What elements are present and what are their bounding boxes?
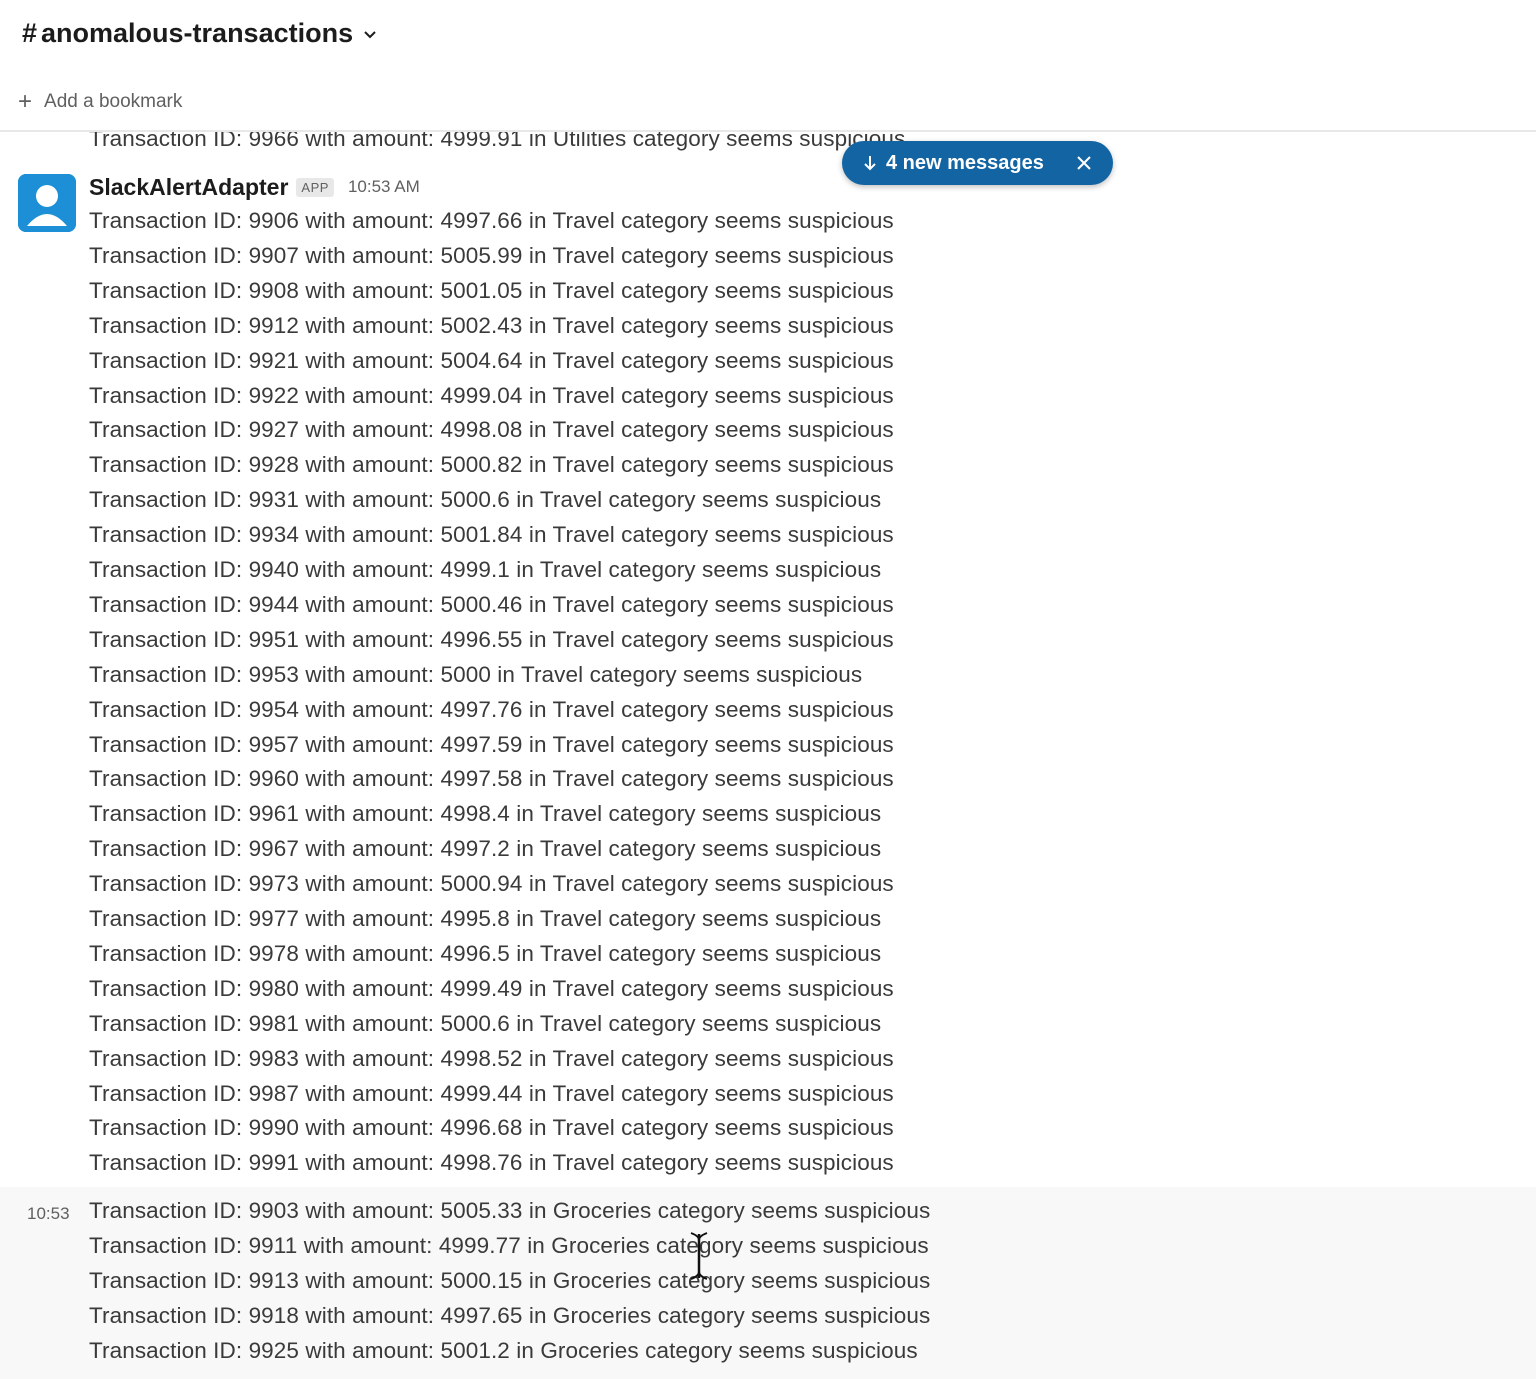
travel-message-line: Transaction ID: 9990 with amount: 4996.6… — [89, 1115, 894, 1141]
travel-message-line: Transaction ID: 9991 with amount: 4998.7… — [89, 1150, 894, 1176]
message-list[interactable]: Transaction ID: 9966 with amount: 4999.9… — [0, 132, 1536, 1379]
travel-message-line: Transaction ID: 9944 with amount: 5000.4… — [89, 591, 894, 617]
travel-message-line: Transaction ID: 9978 with amount: 4996.5… — [89, 940, 882, 966]
travel-message-line: Transaction ID: 9973 with amount: 5000.9… — [89, 871, 894, 897]
travel-message-line: Transaction ID: 9931 with amount: 5000.6… — [89, 487, 882, 513]
chevron-down-icon — [364, 30, 376, 38]
groceries-message-line: Transaction ID: 9918 with amount: 4997.6… — [89, 1303, 931, 1328]
arrow-down-icon — [864, 156, 876, 171]
avatar-icon — [18, 174, 76, 232]
plus-icon: + — [18, 88, 33, 115]
travel-message-line: Transaction ID: 9906 with amount: 4997.6… — [89, 208, 894, 233]
new-messages-label: 4 new messages — [886, 151, 1044, 174]
channel-hash: # — [22, 18, 38, 48]
travel-message-line: Transaction ID: 9957 with amount: 4997.5… — [89, 731, 894, 757]
travel-message-line: Transaction ID: 9980 with amount: 4999.4… — [89, 975, 894, 1001]
travel-message-line: Transaction ID: 9907 with amount: 5005.9… — [89, 242, 894, 268]
groceries-message-line: Transaction ID: 9925 with amount: 5001.2… — [89, 1338, 918, 1363]
travel-message-line: Transaction ID: 9928 with amount: 5000.8… — [89, 452, 894, 478]
travel-message-line: Transaction ID: 9953 with amount: 5000 i… — [89, 661, 863, 687]
travel-message-line: Transaction ID: 9921 with amount: 5004.6… — [89, 347, 894, 373]
channel-name: anomalous-transactions — [41, 18, 354, 48]
travel-message-line: Transaction ID: 9922 with amount: 4999.0… — [89, 382, 894, 408]
groceries-message-line: Transaction ID: 9911 with amount: 4999.7… — [89, 1233, 929, 1258]
travel-message-line: Transaction ID: 9912 with amount: 5002.4… — [89, 312, 894, 338]
channel-header: # anomalous-transactions + Add a bookmar… — [0, 0, 1536, 132]
travel-message-line: Transaction ID: 9960 with amount: 4997.5… — [89, 766, 894, 792]
travel-message-line: Transaction ID: 9951 with amount: 4996.5… — [89, 626, 894, 652]
message-header: SlackAlertAdapter APP 10:53 AM — [89, 172, 420, 202]
add-bookmark-button[interactable]: + Add a bookmark — [18, 90, 182, 114]
channel-title-button[interactable]: # anomalous-transactions — [22, 18, 377, 49]
close-icon[interactable] — [1075, 154, 1093, 172]
groceries-message-line: Transaction ID: 9903 with amount: 5005.3… — [89, 1198, 931, 1223]
app-badge: APP — [296, 177, 334, 197]
travel-message-line: Transaction ID: 9967 with amount: 4997.2… — [89, 836, 882, 862]
travel-message-line: Transaction ID: 9977 with amount: 4995.8… — [89, 906, 882, 931]
add-bookmark-label: Add a bookmark — [44, 91, 183, 112]
text-cursor-icon — [690, 1232, 708, 1280]
travel-message-line: Transaction ID: 9934 with amount: 5001.8… — [89, 522, 894, 548]
travel-message-line: Transaction ID: 9940 with amount: 4999.1… — [89, 557, 882, 582]
avatar[interactable] — [18, 174, 76, 232]
groceries-message-line: Transaction ID: 9913 with amount: 5000.1… — [89, 1268, 931, 1293]
message-timestamp[interactable]: 10:53 AM — [348, 177, 420, 197]
message-line-partial: Transaction ID: 9966 with amount: 4999.9… — [89, 132, 906, 151]
sender-name[interactable]: SlackAlertAdapter — [89, 174, 288, 201]
travel-message-line: Transaction ID: 9983 with amount: 4998.5… — [89, 1045, 894, 1071]
travel-message-line: Transaction ID: 9927 with amount: 4998.0… — [89, 417, 894, 443]
travel-message-line: Transaction ID: 9987 with amount: 4999.4… — [89, 1080, 894, 1106]
new-messages-button[interactable]: 4 new messages — [842, 141, 1113, 185]
travel-message-line: Transaction ID: 9908 with amount: 5001.0… — [89, 277, 894, 303]
travel-message-line: Transaction ID: 9981 with amount: 5000.6… — [89, 1010, 882, 1036]
travel-message-line: Transaction ID: 9954 with amount: 4997.7… — [89, 696, 894, 722]
hover-timestamp[interactable]: 10:53 — [27, 1204, 70, 1224]
travel-message-line: Transaction ID: 9961 with amount: 4998.4… — [89, 801, 882, 827]
